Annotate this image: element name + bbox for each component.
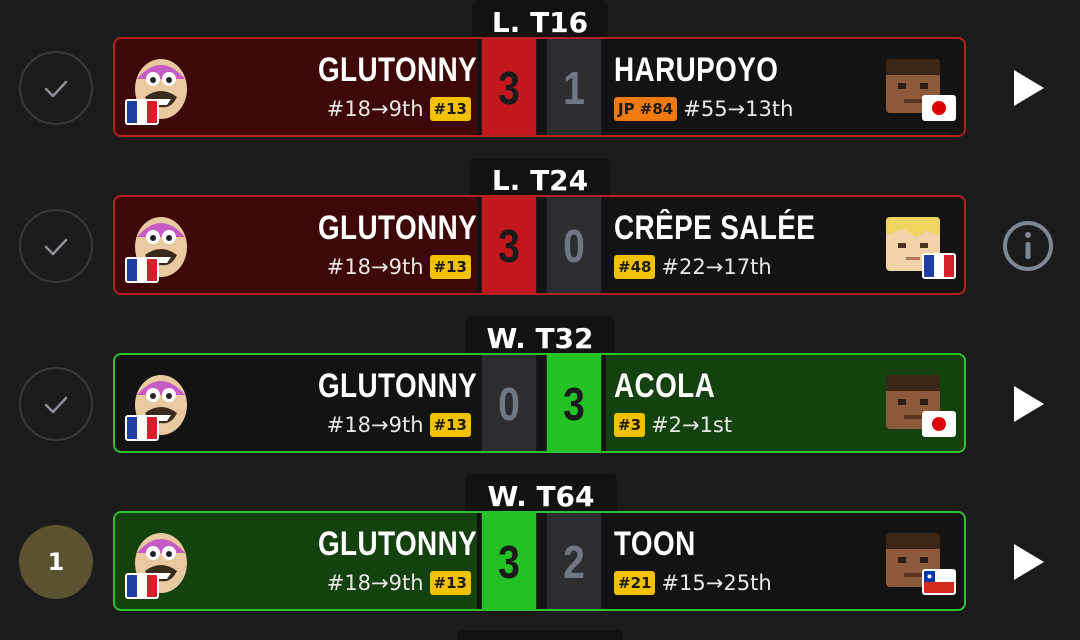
- flag-fr-icon: [125, 573, 159, 599]
- flag-cl-icon: [922, 569, 956, 595]
- match-number-badge: 1: [19, 525, 93, 599]
- next-round-label-tab: [457, 630, 623, 640]
- flag-fr-icon: [922, 253, 956, 279]
- seed-text: #18→9th: [326, 413, 424, 437]
- player-name: HARUPOYO: [614, 51, 779, 89]
- player-name: GLUTONNY: [317, 367, 477, 405]
- play-icon[interactable]: [1000, 60, 1056, 116]
- flag-fr-icon: [125, 99, 159, 125]
- play-icon[interactable]: [1000, 376, 1056, 432]
- player-left: GLUTONNY #18→9th #13: [115, 513, 477, 609]
- score-left: 3: [481, 39, 537, 135]
- rank-badge: #48: [614, 255, 656, 279]
- seed-text: #2→1st: [651, 413, 733, 437]
- score-left: 3: [481, 513, 537, 609]
- seed-text: #22→17th: [661, 255, 772, 279]
- seed-text: #55→13th: [683, 97, 794, 121]
- rank-badge: #13: [429, 571, 471, 595]
- player-seed-info: #18→9th #13: [327, 413, 471, 437]
- play-icon[interactable]: [1000, 534, 1056, 590]
- completed-status: [19, 51, 93, 125]
- score-right: 0: [546, 197, 602, 293]
- flag-jp-icon: [922, 95, 956, 121]
- match-row[interactable]: W. T32 GLUTONNY #18→9th #13 0 3 ACOLA #3…: [0, 316, 1080, 474]
- match-card[interactable]: GLUTONNY #18→9th #13 0 3 ACOLA #3 #2→1st: [113, 353, 966, 453]
- completed-status: [19, 209, 93, 283]
- check-icon: [44, 238, 68, 256]
- flag-fr-icon: [125, 415, 159, 441]
- player-right: CRÊPE SALÉE #48 #22→17th: [606, 197, 964, 293]
- player-left: GLUTONNY #18→9th #13: [115, 39, 477, 135]
- player-seed-info: #21 #15→25th: [614, 571, 772, 595]
- player-left: GLUTONNY #18→9th #13: [115, 355, 477, 451]
- player-seed-info: #18→9th #13: [327, 571, 471, 595]
- score-right: 3: [546, 355, 602, 451]
- score-left: 3: [481, 197, 537, 293]
- rank-badge: #13: [429, 413, 471, 437]
- player-name: ACOLA: [614, 367, 716, 405]
- player-seed-info: #18→9th #13: [327, 97, 471, 121]
- player-right: HARUPOYO JP #84 #55→13th: [606, 39, 964, 135]
- score-left: 0: [481, 355, 537, 451]
- seed-text: #18→9th: [326, 97, 424, 121]
- player-name: GLUTONNY: [317, 51, 477, 89]
- score-right: 2: [546, 513, 602, 609]
- check-icon: [44, 396, 68, 414]
- score-right: 1: [546, 39, 602, 135]
- player-seed-info: #18→9th #13: [327, 255, 471, 279]
- player-name: GLUTONNY: [317, 209, 477, 247]
- info-icon[interactable]: [1000, 218, 1056, 274]
- match-card[interactable]: GLUTONNY #18→9th #13 3 2 TOON #21 #15→25…: [113, 511, 966, 611]
- player-left: GLUTONNY #18→9th #13: [115, 197, 477, 293]
- flag-jp-icon: [922, 411, 956, 437]
- match-row[interactable]: W. T64 1 GLUTONNY #18→9th #13 3 2 TOON #: [0, 474, 1080, 632]
- seed-text: #15→25th: [661, 571, 772, 595]
- region-rank-badge: JP #84: [614, 97, 678, 121]
- player-right: TOON #21 #15→25th: [606, 513, 964, 609]
- player-name: TOON: [614, 525, 696, 563]
- rank-badge: #21: [614, 571, 656, 595]
- rank-badge: #13: [429, 255, 471, 279]
- player-seed-info: JP #84 #55→13th: [614, 97, 793, 121]
- check-icon: [44, 80, 68, 98]
- rank-badge: #3: [614, 413, 646, 437]
- rank-badge: #13: [429, 97, 471, 121]
- player-right: ACOLA #3 #2→1st: [606, 355, 964, 451]
- player-name: CRÊPE SALÉE: [614, 209, 816, 247]
- seed-text: #18→9th: [326, 571, 424, 595]
- match-row[interactable]: L. T24 GLUTONNY #18→9th #13 3 0 CRÊPE SA…: [0, 158, 1080, 316]
- completed-status: [19, 367, 93, 441]
- match-card[interactable]: GLUTONNY #18→9th #13 3 1 HARUPOYO JP #84…: [113, 37, 966, 137]
- player-name: GLUTONNY: [317, 525, 477, 563]
- match-card[interactable]: GLUTONNY #18→9th #13 3 0 CRÊPE SALÉE #48…: [113, 195, 966, 295]
- player-seed-info: #3 #2→1st: [614, 413, 732, 437]
- seed-text: #18→9th: [326, 255, 424, 279]
- match-row[interactable]: L. T16 GLUTONNY #18→9th #13 3 1 HARUPOYO: [0, 0, 1080, 158]
- player-seed-info: #48 #22→17th: [614, 255, 772, 279]
- flag-fr-icon: [125, 257, 159, 283]
